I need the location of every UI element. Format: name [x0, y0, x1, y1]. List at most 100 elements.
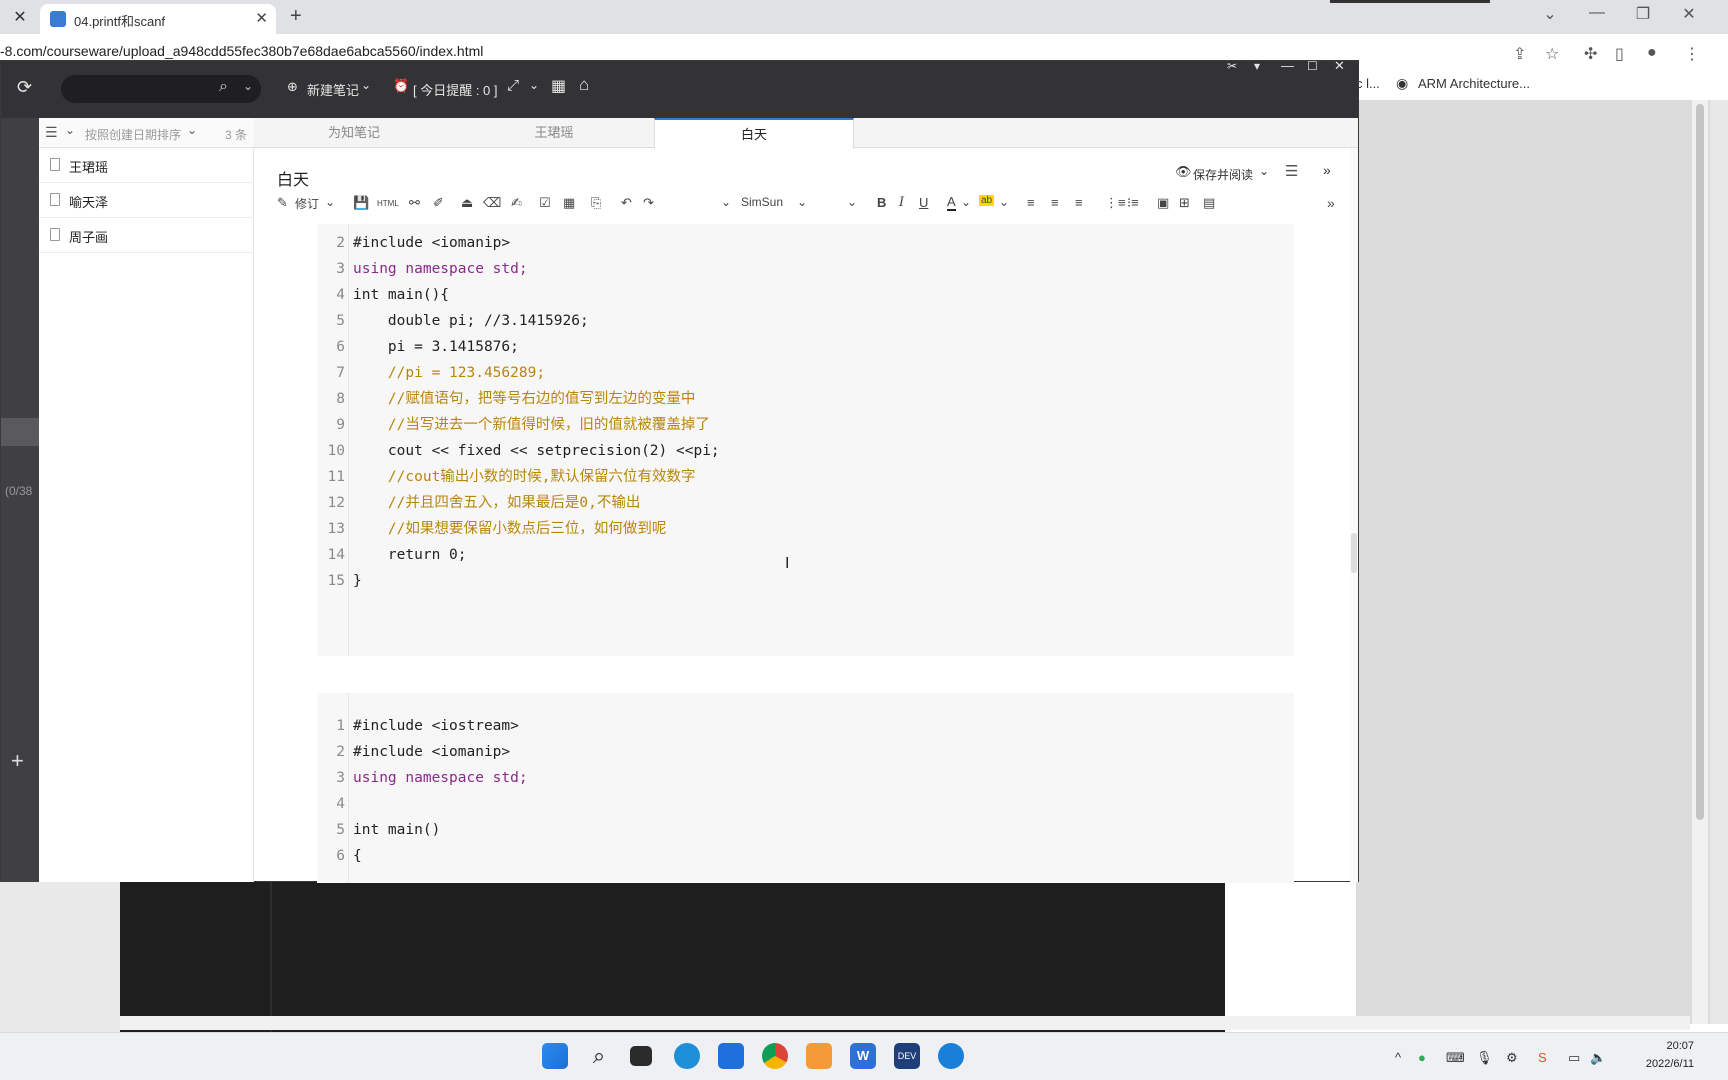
tray-app-icon[interactable]: ● — [1418, 1050, 1426, 1065]
font-size-dropdown-icon[interactable]: ⌄ — [847, 195, 857, 209]
chevron-down-icon[interactable]: ⌄ — [361, 78, 371, 92]
url-text[interactable]: -8.com/courseware/upload_a948cdd55fec380… — [0, 43, 483, 59]
search-input[interactable]: ⌕ ⌄ — [61, 75, 261, 103]
align-left-icon[interactable]: ≡ — [1027, 195, 1035, 210]
table-icon[interactable]: ▦ — [563, 195, 575, 211]
code-block[interactable]: 2 #include <iomanip> 3 using namespace std… — [317, 224, 1294, 656]
task-view-icon[interactable] — [630, 1046, 652, 1066]
list-item[interactable]: 周子画 — [39, 218, 254, 253]
note-title[interactable]: 白天 — [277, 166, 309, 190]
volume-icon[interactable]: 🔈 — [1590, 1050, 1606, 1066]
layout-icon[interactable]: ▤ — [1203, 195, 1215, 211]
checkbox-icon[interactable]: ☑ — [539, 195, 551, 211]
save-icon[interactable]: 💾 — [353, 195, 369, 211]
word-icon[interactable]: W — [850, 1043, 876, 1069]
code-block[interactable]: 1 #include <iostream> 2 #include <iomanip>… — [317, 693, 1294, 883]
align-right-icon[interactable]: ≡ — [1075, 195, 1083, 210]
search-icon[interactable]: ⌕ — [219, 78, 228, 96]
tab-search-icon[interactable]: ⌄ — [1530, 4, 1570, 24]
chevron-down-icon[interactable]: ⌄ — [999, 195, 1009, 209]
bullet-list-icon[interactable]: ⁝≡ — [1127, 195, 1139, 211]
eraser-icon[interactable]: ⌫ — [483, 195, 501, 211]
tab-wiz-note[interactable]: 为知笔记 — [254, 118, 454, 148]
revise-button[interactable]: 修订 — [295, 195, 319, 212]
editor-scrollbar[interactable] — [1350, 148, 1358, 882]
star-icon[interactable]: ☆ — [1545, 44, 1559, 64]
list-item[interactable]: 喻天泽 — [39, 183, 254, 218]
outline-icon[interactable]: ☰ — [1285, 162, 1298, 180]
chevron-down-icon[interactable]: ⌄ — [325, 195, 335, 209]
ordered-list-icon[interactable]: ⋮≡ — [1105, 195, 1126, 211]
dropdown-icon[interactable]: ▾ — [1254, 59, 1260, 73]
grid-icon[interactable]: ▦ — [551, 76, 566, 96]
chrome-icon[interactable] — [762, 1043, 788, 1069]
insert-icon[interactable]: ⎘ — [591, 195, 601, 211]
sort-order-label[interactable]: 按照创建日期排序 — [85, 126, 181, 143]
mic-icon[interactable]: 🎙 — [1476, 1050, 1493, 1066]
start-icon[interactable] — [542, 1043, 568, 1069]
save-and-read-button[interactable]: 保存并阅读 — [1193, 166, 1253, 183]
sort-menu-icon[interactable]: ☰ — [45, 124, 58, 141]
clock-date[interactable]: 2022/6/11 — [1646, 1058, 1694, 1070]
align-center-icon[interactable]: ≡ — [1051, 195, 1059, 210]
chevron-down-icon[interactable]: ⌄ — [797, 195, 807, 209]
app-bird-icon[interactable] — [718, 1043, 744, 1069]
chevron-down-icon[interactable]: ⌄ — [721, 195, 731, 209]
app-orange-icon[interactable] — [806, 1043, 832, 1069]
share-icon[interactable]: ⇪ — [1513, 44, 1526, 64]
close-window-icon[interactable]: ✕ — [1669, 4, 1709, 24]
menu-icon[interactable]: ⋮ — [1684, 44, 1700, 64]
dev-cpp-icon[interactable]: DEV — [894, 1043, 920, 1069]
new-note-button[interactable]: 新建笔记 — [307, 80, 359, 99]
stamp-icon[interactable]: ⏏ — [461, 195, 473, 211]
tab-wang[interactable]: 王珺瑶 — [454, 118, 654, 148]
underline-icon[interactable]: U — [919, 195, 928, 210]
chevron-down-icon[interactable]: ⌄ — [243, 79, 253, 93]
html-button[interactable]: HTML — [377, 199, 399, 208]
chevron-down-icon[interactable]: ⌄ — [1259, 164, 1269, 178]
chevron-down-icon[interactable]: ⌄ — [187, 123, 197, 137]
minimize-icon[interactable]: — — [1281, 58, 1294, 73]
close-tab-icon[interactable]: ✕ — [255, 9, 268, 27]
profile-icon[interactable]: ● — [1647, 44, 1657, 62]
expand-icon[interactable]: ⤢ — [507, 77, 519, 94]
new-tab-button[interactable]: + — [290, 5, 302, 28]
chevron-down-icon[interactable]: ⌄ — [961, 195, 971, 209]
chevron-down-icon[interactable]: ⌄ — [65, 123, 75, 137]
browser-active-tab[interactable]: 04.printf和scanf ✕ — [40, 4, 276, 34]
sidebar-highlight[interactable] — [1, 418, 39, 446]
horizontal-scrollbar[interactable] — [120, 1016, 1690, 1030]
check-edit-icon[interactable]: ✍ — [511, 195, 522, 211]
bold-icon[interactable]: B — [877, 195, 886, 210]
home-icon[interactable]: ⌂ — [579, 75, 589, 95]
editor-scrollbar-thumb[interactable] — [1351, 533, 1357, 573]
font-family-select[interactable]: SimSun — [741, 195, 783, 209]
wiznote-icon[interactable] — [938, 1043, 964, 1069]
pin-icon[interactable]: ✂ — [1227, 59, 1237, 73]
restore-icon[interactable]: ❐ — [1623, 4, 1663, 24]
minimize-icon[interactable]: — — [1577, 4, 1617, 22]
settings-icon[interactable]: ⚙ — [1506, 1050, 1518, 1066]
insert-image-icon[interactable]: ⊞ — [1179, 195, 1190, 211]
extensions-icon[interactable]: ✣ — [1584, 44, 1597, 64]
close-icon[interactable]: ✕ — [1334, 58, 1345, 74]
more-tools-icon[interactable]: » — [1327, 195, 1335, 211]
page-scrollbar-thumb[interactable] — [1696, 104, 1704, 820]
redo-icon[interactable]: ↷ — [643, 195, 654, 211]
bookmark-partial[interactable]: c l... — [1356, 76, 1380, 91]
clock-time[interactable]: 20:07 — [1666, 1040, 1694, 1052]
search-icon[interactable]: ⌕ — [586, 1043, 612, 1069]
font-color-icon[interactable]: A — [947, 195, 956, 211]
maximize-icon[interactable]: ☐ — [1307, 59, 1318, 73]
undo-icon[interactable]: ↶ — [621, 195, 632, 211]
add-icon[interactable]: + — [11, 748, 24, 774]
bookmark-item[interactable]: ARM Architecture... — [1418, 76, 1530, 91]
italic-icon[interactable]: I — [899, 195, 904, 210]
tab-baitian[interactable]: 白天 — [654, 118, 854, 149]
collapse-right-icon[interactable]: » — [1323, 162, 1331, 178]
link-icon[interactable]: ⚯ — [409, 195, 420, 211]
side-panel-icon[interactable]: ▯ — [1615, 44, 1624, 64]
pen-icon[interactable]: ✐ — [433, 195, 444, 211]
edge-icon[interactable] — [674, 1043, 700, 1069]
keyboard-icon[interactable]: ⌨ — [1446, 1050, 1465, 1066]
